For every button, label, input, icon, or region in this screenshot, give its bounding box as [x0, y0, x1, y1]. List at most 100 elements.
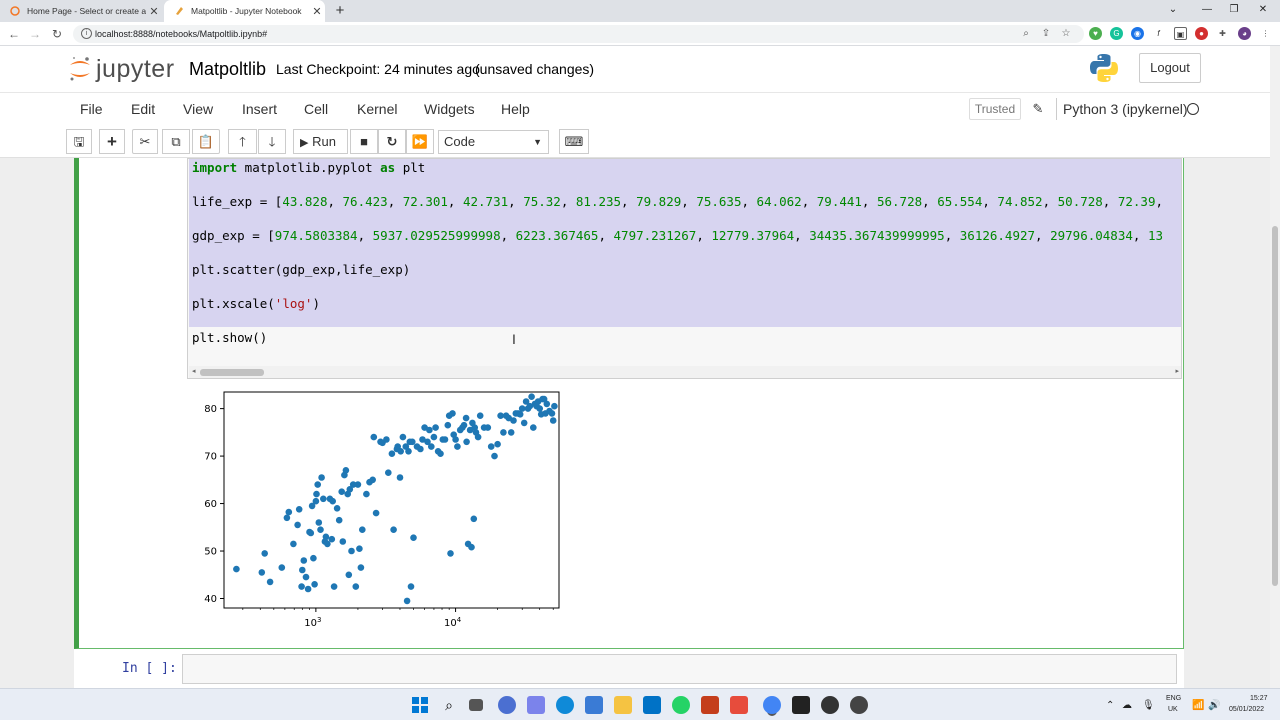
- horizontal-scroll-thumb[interactable]: [200, 369, 264, 376]
- code-editor[interactable]: import matplotlib.pyplot as plt life_exp …: [187, 158, 1182, 379]
- extension-red-icon[interactable]: ●: [1195, 27, 1208, 40]
- close-tab-icon[interactable]: ✕: [309, 5, 325, 18]
- meeting-icon[interactable]: [527, 696, 545, 714]
- scroll-right-icon[interactable]: ▸: [1175, 366, 1179, 378]
- extensions-puzzle-icon[interactable]: ✚: [1216, 27, 1229, 40]
- copy-icon[interactable]: ⧉: [162, 129, 190, 154]
- scatter-point: [333, 505, 341, 512]
- scatter-point: [317, 526, 324, 533]
- new-tab-icon[interactable]: +: [332, 2, 348, 20]
- obs-icon[interactable]: [821, 696, 839, 714]
- volume-icon[interactable]: 🔊: [1208, 700, 1220, 711]
- profile-avatar[interactable]: ◕: [1238, 27, 1251, 40]
- file-explorer-icon[interactable]: [614, 696, 632, 714]
- scroll-left-icon[interactable]: ◂: [192, 366, 196, 378]
- selected-code-cell[interactable]: import matplotlib.pyplot as plt life_exp …: [74, 158, 1184, 649]
- edge-icon[interactable]: [556, 696, 574, 714]
- share-icon[interactable]: ⇪: [1039, 27, 1053, 41]
- browser-tab-notebook[interactable]: Matpoltlib - Jupyter Notebook ✕: [164, 0, 325, 22]
- move-up-icon[interactable]: 🡑: [228, 129, 257, 154]
- restart-run-all-icon[interactable]: ⏩: [406, 129, 434, 154]
- zoom-icon[interactable]: ⌕: [1019, 27, 1033, 41]
- run-play-icon: ▶: [300, 137, 309, 149]
- grammarly-icon[interactable]: G: [1110, 27, 1123, 40]
- menu-kernel[interactable]: Kernel: [357, 101, 397, 117]
- menu-help[interactable]: Help: [501, 101, 530, 117]
- restart-kernel-icon[interactable]: ↻: [378, 129, 406, 154]
- teams-chat-icon[interactable]: [498, 696, 516, 714]
- browser-tab-home[interactable]: Home Page - Select or create a n ✕: [0, 0, 162, 22]
- formula-icon[interactable]: f: [1152, 27, 1165, 40]
- mail-icon[interactable]: [643, 696, 661, 714]
- empty-cell-input[interactable]: [182, 654, 1177, 684]
- minimize-icon[interactable]: —: [1194, 2, 1220, 18]
- info-icon[interactable]: i: [81, 28, 92, 39]
- insert-cell-icon[interactable]: +: [99, 129, 125, 154]
- command-palette-keyboard-icon[interactable]: ⌨: [559, 129, 589, 154]
- browser-menu-icon[interactable]: ⋮: [1259, 27, 1272, 40]
- menu-view[interactable]: View: [183, 101, 213, 117]
- tab-search-icon[interactable]: ⌄: [1160, 2, 1186, 18]
- scatter-point: [437, 450, 444, 457]
- close-window-icon[interactable]: ✕: [1250, 2, 1276, 18]
- notebook-name[interactable]: Matpoltlib: [189, 59, 266, 80]
- page-scroll-thumb[interactable]: [1272, 226, 1278, 586]
- code-token: ,: [1035, 228, 1051, 243]
- search-icon[interactable]: ⌕: [440, 696, 458, 714]
- forward-icon[interactable]: →: [27, 26, 43, 42]
- scatter-point: [348, 547, 355, 555]
- chrome-alt-icon[interactable]: [850, 696, 868, 714]
- address-bar[interactable]: i localhost:8888/notebooks/Matpoltlib.ip…: [73, 25, 1084, 43]
- store-icon[interactable]: [585, 696, 603, 714]
- menu-edit[interactable]: Edit: [131, 101, 155, 117]
- kernel-name[interactable]: Python 3 (ipykernel): [1063, 101, 1188, 117]
- back-icon[interactable]: ←: [6, 26, 22, 42]
- trusted-indicator[interactable]: Trusted: [969, 98, 1021, 120]
- chrome-icon[interactable]: [763, 696, 781, 714]
- scatter-point: [462, 414, 470, 422]
- run-button[interactable]: ▶ Run: [293, 129, 348, 154]
- extension-eye-icon[interactable]: ◉: [1131, 27, 1144, 40]
- scatter-point: [342, 467, 350, 474]
- menu-cell[interactable]: Cell: [304, 101, 328, 117]
- clock-time[interactable]: 15:27: [1250, 695, 1268, 702]
- close-tab-icon[interactable]: ✕: [146, 5, 162, 18]
- page-vertical-scrollbar[interactable]: [1270, 46, 1280, 688]
- menu-widgets[interactable]: Widgets: [424, 101, 475, 117]
- wifi-icon[interactable]: 📶: [1192, 700, 1204, 711]
- jupyter-logo[interactable]: jupyter: [68, 54, 175, 84]
- code-token: ,: [508, 194, 524, 209]
- interrupt-kernel-icon[interactable]: ■: [350, 129, 378, 154]
- y-tick-label: 60: [204, 499, 217, 510]
- python-logo-icon: [1090, 54, 1118, 82]
- restore-icon[interactable]: ❐: [1221, 2, 1247, 18]
- logout-button[interactable]: Logout: [1139, 53, 1201, 83]
- whatsapp-icon[interactable]: [672, 696, 690, 714]
- tray-chevron-icon[interactable]: ⌃: [1106, 700, 1114, 711]
- terminal-icon[interactable]: [792, 696, 810, 714]
- scatter-point: [307, 529, 315, 537]
- menu-file[interactable]: File: [80, 101, 103, 117]
- menu-insert[interactable]: Insert: [242, 101, 277, 117]
- paste-icon[interactable]: 📋: [192, 129, 220, 154]
- reload-icon[interactable]: ↻: [49, 26, 65, 42]
- app-icon[interactable]: [730, 696, 748, 714]
- windows-start-icon[interactable]: [411, 696, 429, 714]
- language-indicator[interactable]: ENG: [1166, 695, 1181, 702]
- screen-capture-icon[interactable]: ▣: [1174, 27, 1187, 40]
- tray-network-app-icon[interactable]: ☁: [1122, 700, 1132, 711]
- tray-mic-icon[interactable]: 🎙: [1142, 700, 1155, 711]
- save-icon[interactable]: 🖫: [66, 129, 92, 154]
- code-token: ,: [560, 194, 576, 209]
- empty-code-cell[interactable]: In [ ]:: [74, 649, 1184, 688]
- horizontal-scrollbar[interactable]: ◂ ▸: [189, 366, 1181, 378]
- move-down-icon[interactable]: 🡓: [258, 129, 286, 154]
- scatter-point: [520, 419, 528, 427]
- extension-shield-icon[interactable]: ♥: [1089, 27, 1102, 40]
- bookmark-star-icon[interactable]: ☆: [1059, 27, 1073, 41]
- task-view-icon[interactable]: [469, 699, 483, 711]
- cut-icon[interactable]: ✂: [132, 129, 158, 154]
- cell-type-select[interactable]: Code ▼: [438, 130, 549, 154]
- kernel-idle-indicator-icon: [1187, 103, 1199, 115]
- office-icon[interactable]: [701, 696, 719, 714]
